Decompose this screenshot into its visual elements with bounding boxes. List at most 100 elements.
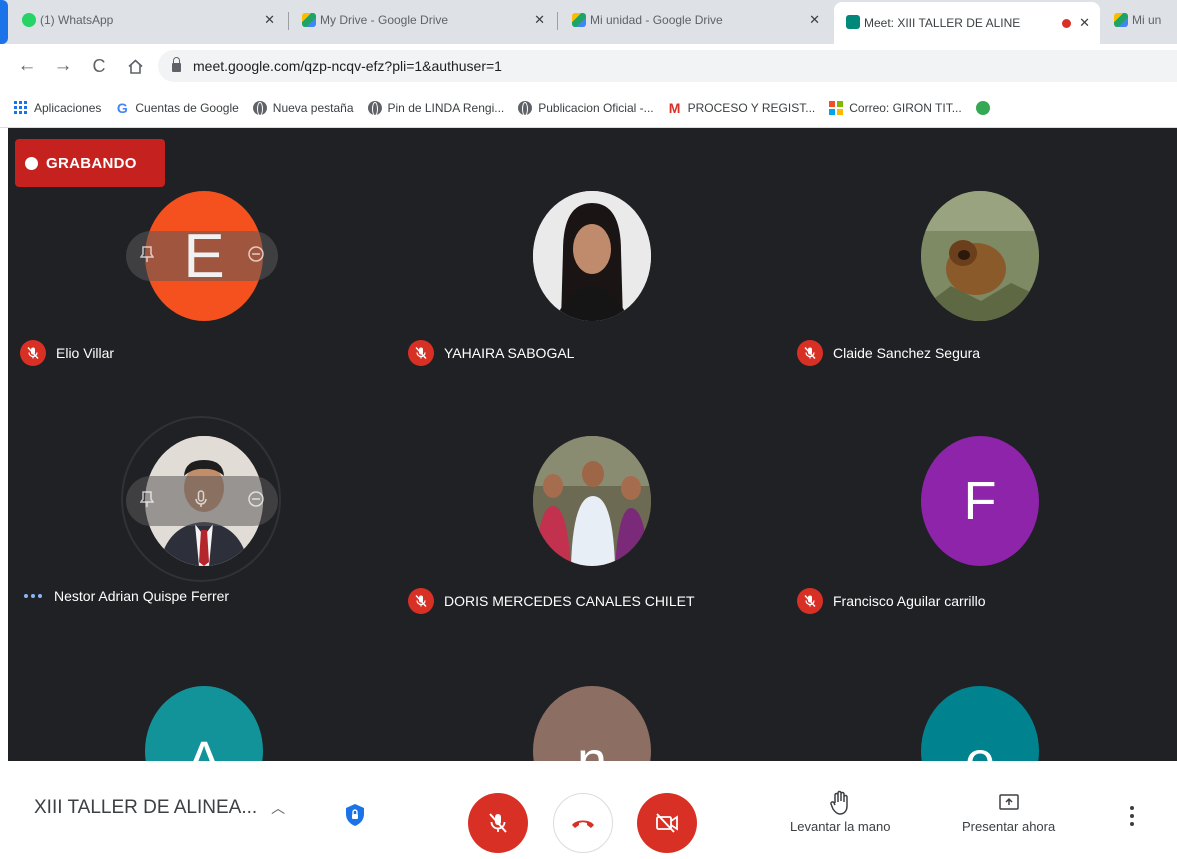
mic-muted-icon [797, 340, 823, 366]
bookmark-publicacion-oficial[interactable]: Publicacion Oficial -... [518, 100, 654, 116]
raise-hand-label: Levantar la mano [790, 819, 891, 834]
tab-title: Meet: XIII TALLER DE ALINE [864, 16, 1021, 30]
url-text: meet.google.com/qzp-ncqv-efz?pli=1&authu… [193, 58, 502, 74]
bookmark-cuentas-google[interactable]: G Cuentas de Google [115, 99, 239, 116]
tab-mi-unidad-2[interactable]: Mi un [1102, 0, 1177, 40]
lock-icon[interactable] [172, 57, 181, 72]
meet-icon [846, 15, 860, 29]
security-shield-icon[interactable] [345, 803, 365, 827]
participant-name-row: YAHAIRA SABOGAL [408, 340, 574, 366]
participant-avatar-doris[interactable] [533, 436, 651, 566]
window-edge [0, 0, 8, 44]
tab-meet-active[interactable]: Meet: XIII TALLER DE ALINE ✕ [834, 2, 1100, 44]
home-icon[interactable] [120, 51, 150, 81]
tile-hover-controls [126, 476, 278, 526]
bookmark-label: Pin de LINDA Rengi... [387, 100, 505, 115]
call-controls-bar: XIII TALLER DE ALINEA... ︿ Levantar la m… [0, 761, 1177, 859]
tab-title: (1) WhatsApp [40, 13, 114, 27]
tab-mi-unidad[interactable]: Mi unidad - Google Drive ✕ [560, 0, 830, 40]
microphone-toggle-button[interactable] [468, 793, 528, 853]
recording-label: GRABANDO [46, 154, 137, 172]
present-screen-icon [998, 787, 1020, 819]
speaking-dots-icon [24, 594, 42, 598]
tab-title: My Drive - Google Drive [320, 13, 449, 27]
participant-avatar-claide[interactable] [921, 191, 1039, 321]
close-icon[interactable]: ✕ [1079, 15, 1090, 31]
browser-window: (1) WhatsApp ✕ My Drive - Google Drive ✕… [0, 0, 1177, 859]
drive-icon [572, 13, 586, 27]
reload-icon[interactable]: C [84, 51, 114, 81]
present-label: Presentar ahora [962, 819, 1056, 834]
meeting-details[interactable]: XIII TALLER DE ALINEA... ︿ [34, 797, 285, 819]
participant-name-row: Francisco Aguilar carrillo [797, 588, 986, 614]
mic-muted-icon [408, 340, 434, 366]
leave-call-button[interactable] [553, 793, 613, 853]
participant-name: Claide Sanchez Segura [833, 345, 981, 361]
back-arrow-icon[interactable]: ← [12, 51, 42, 81]
photo-woman-icon [533, 191, 651, 321]
tab-strip: (1) WhatsApp ✕ My Drive - Google Drive ✕… [0, 0, 1177, 44]
bookmark-nueva-pestana[interactable]: Nueva pestaña [252, 100, 354, 116]
participant-avatar-yahaira[interactable] [533, 191, 651, 321]
bookmark-overflow[interactable] [975, 100, 996, 115]
whatsapp-icon [22, 13, 36, 27]
participant-avatar-e[interactable]: e [921, 686, 1039, 761]
camera-toggle-button[interactable] [637, 793, 697, 853]
participant-name-row: Elio Villar [20, 340, 114, 366]
participant-avatar-francisco[interactable]: F [921, 436, 1039, 566]
tab-whatsapp[interactable]: (1) WhatsApp ✕ [10, 0, 285, 40]
tab-title: Mi un [1132, 13, 1162, 27]
globe-icon [367, 100, 382, 116]
participant-name: YAHAIRA SABOGAL [444, 345, 575, 361]
bookmark-label: Nueva pestaña [272, 100, 354, 115]
avatar-initial: n [576, 731, 608, 761]
mic-icon[interactable] [194, 489, 208, 513]
close-icon[interactable]: ✕ [264, 12, 275, 28]
mic-muted-icon [20, 340, 46, 366]
meeting-grid: GRABANDO E Elio Villar YAHAIRA SABOGAL C… [8, 128, 1177, 761]
forward-arrow-icon[interactable]: → [48, 51, 78, 81]
google-g-icon: G [116, 99, 128, 116]
raise-hand-icon [830, 787, 850, 819]
participant-avatar-n[interactable]: n [533, 686, 651, 761]
chevron-up-icon[interactable]: ︿ [271, 798, 285, 818]
close-icon[interactable]: ✕ [534, 12, 545, 28]
raise-hand-button[interactable]: Levantar la mano [790, 787, 890, 834]
green-circle-icon [975, 100, 990, 115]
tab-separator [288, 12, 289, 30]
present-now-button[interactable]: Presentar ahora [962, 787, 1055, 834]
mic-muted-icon [408, 588, 434, 614]
photo-group-icon [533, 436, 651, 566]
pin-icon[interactable] [139, 245, 155, 268]
participant-name: Elio Villar [56, 345, 115, 361]
close-icon[interactable]: ✕ [809, 12, 820, 28]
mic-muted-icon [797, 588, 823, 614]
pin-icon[interactable] [139, 490, 155, 513]
photo-dog-icon [921, 191, 1039, 321]
bookmark-proceso-registro[interactable]: M PROCESO Y REGIST... [668, 100, 816, 116]
participant-avatar-a[interactable]: A [145, 686, 263, 761]
tab-separator [557, 12, 558, 30]
bookmark-correo-giron[interactable]: Correo: GIRON TIT... [829, 100, 962, 115]
bookmark-pin-linda[interactable]: Pin de LINDA Rengi... [367, 100, 505, 116]
remove-icon[interactable] [248, 245, 264, 267]
participant-name-row: DORIS MERCEDES CANALES CHILET [408, 588, 695, 614]
browser-toolbar: ← → C meet.google.com/qzp-ncqv-efz?pli=1… [0, 44, 1177, 88]
bookmark-label: PROCESO Y REGIST... [687, 100, 816, 115]
participant-name-row: Nestor Adrian Quispe Ferrer [18, 588, 229, 604]
bookmark-aplicaciones[interactable]: Aplicaciones [14, 100, 101, 115]
recording-indicator-icon [1062, 18, 1072, 28]
avatar-initial: A [185, 731, 223, 761]
tab-title: Mi unidad - Google Drive [590, 13, 723, 27]
remove-icon[interactable] [248, 490, 264, 512]
address-bar[interactable]: meet.google.com/qzp-ncqv-efz?pli=1&authu… [158, 50, 1177, 82]
avatar-initial: E [183, 221, 225, 291]
recording-dot-icon [25, 156, 38, 170]
camera-off-icon [656, 813, 678, 833]
participant-name-row: Claide Sanchez Segura [797, 340, 980, 366]
meeting-title: XIII TALLER DE ALINEA... [34, 797, 258, 818]
more-options-icon[interactable] [1130, 806, 1134, 826]
avatar-initial: e [964, 731, 996, 761]
tab-my-drive[interactable]: My Drive - Google Drive ✕ [290, 0, 555, 40]
participant-name: Francisco Aguilar carrillo [833, 593, 986, 609]
